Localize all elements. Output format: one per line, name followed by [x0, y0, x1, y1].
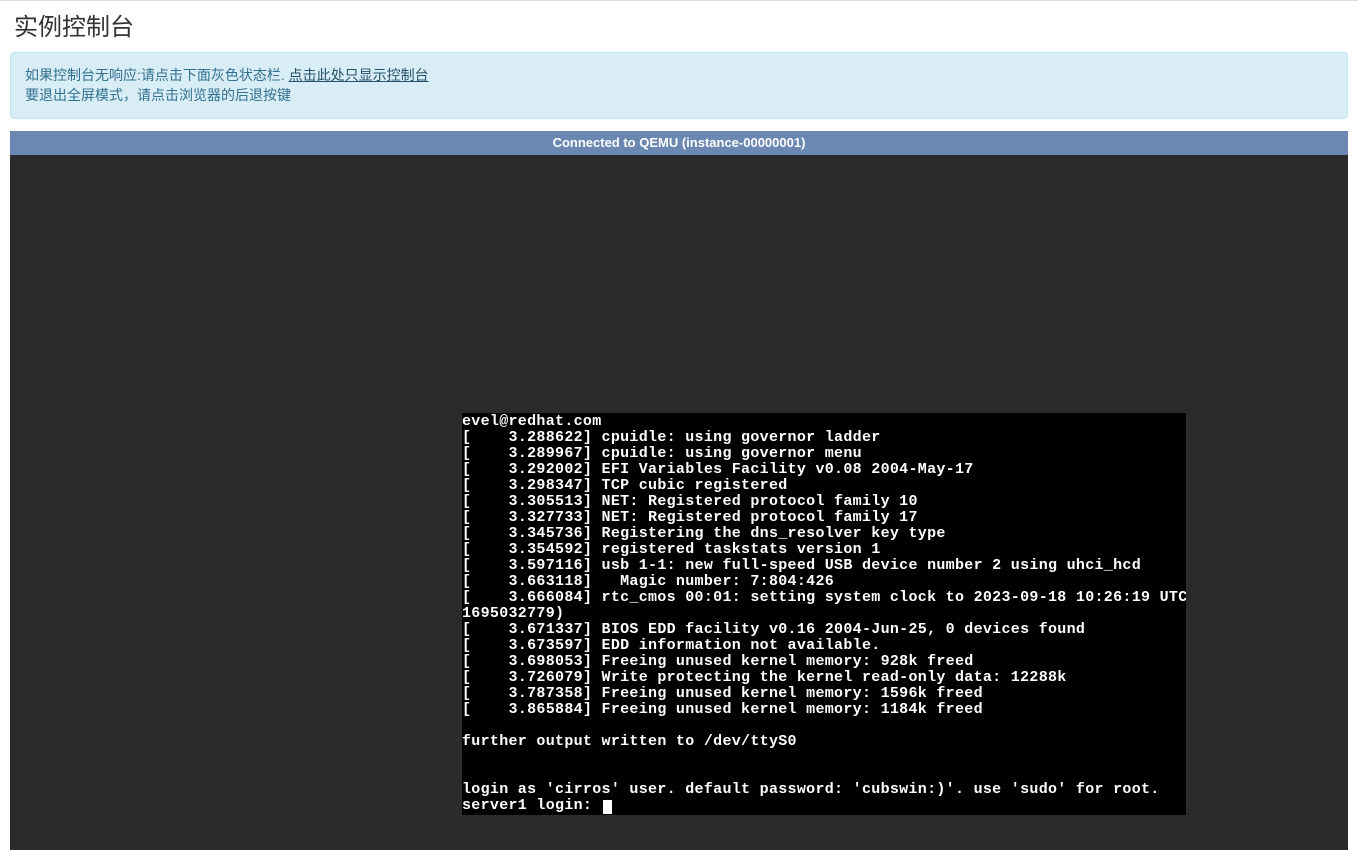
alert-text-pre: 如果控制台无响应:请点击下面灰色状态栏. — [25, 67, 289, 83]
show-console-only-link[interactable]: 点击此处只显示控制台 — [289, 67, 429, 83]
console-container: Connected to QEMU (instance-00000001) ev… — [10, 131, 1348, 850]
vnc-canvas-area[interactable]: evel@redhat.com [ 3.288622] cpuidle: usi… — [10, 155, 1348, 850]
info-alert: 如果控制台无响应:请点击下面灰色状态栏. 点击此处只显示控制台 要退出全屏模式，… — [10, 52, 1348, 119]
vnc-status-bar[interactable]: Connected to QEMU (instance-00000001) — [10, 131, 1348, 155]
page-title: 实例控制台 — [14, 7, 1344, 42]
page-header: 实例控制台 — [0, 1, 1358, 52]
alert-line-2: 要退出全屏模式，请点击浏览器的后退按键 — [25, 85, 1333, 105]
terminal-output[interactable]: evel@redhat.com [ 3.288622] cpuidle: usi… — [462, 413, 1186, 815]
alert-line-1: 如果控制台无响应:请点击下面灰色状态栏. 点击此处只显示控制台 — [25, 65, 1333, 85]
